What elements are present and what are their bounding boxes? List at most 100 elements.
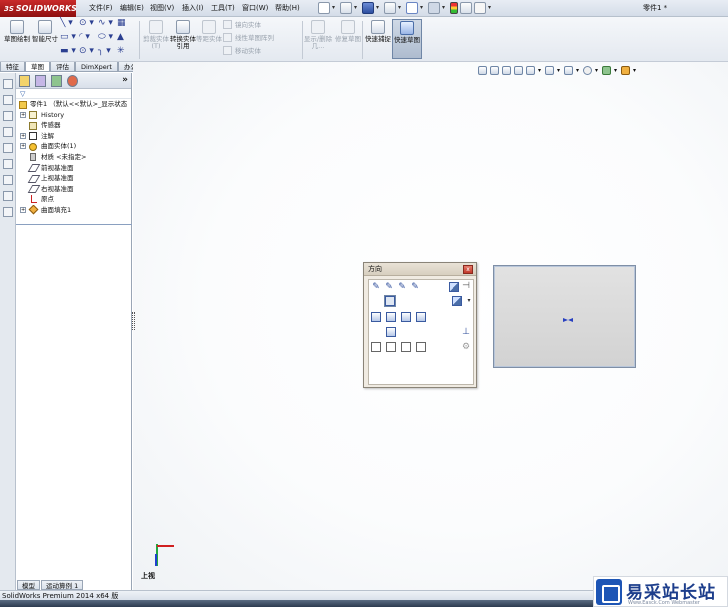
expand-icon[interactable]: + bbox=[20, 111, 26, 118]
select-dropdown-icon[interactable]: ▾ bbox=[442, 2, 448, 14]
menu-window[interactable]: 窗口(W) bbox=[242, 0, 268, 17]
move-entities-button[interactable]: 移动实体 bbox=[223, 45, 274, 58]
repair-sketch-button[interactable]: 修复草图 bbox=[333, 19, 363, 59]
save-icon[interactable] bbox=[362, 2, 374, 14]
filter-icon[interactable]: ▽ bbox=[16, 89, 131, 99]
options-dropdown-icon[interactable]: ▾ bbox=[488, 2, 494, 14]
orientation-dialog-title[interactable]: 方向 x bbox=[364, 263, 476, 276]
strip-tool-icon[interactable] bbox=[2, 111, 13, 121]
expand-chevron-icon[interactable]: » bbox=[122, 74, 128, 87]
expand-icon[interactable]: + bbox=[20, 143, 26, 150]
display-delete-relations-button[interactable]: 显示/删除几... bbox=[303, 19, 333, 59]
property-manager-tab-icon[interactable] bbox=[35, 75, 46, 87]
axis-icon[interactable]: ⊥ bbox=[461, 327, 471, 337]
menu-view[interactable]: 视图(V) bbox=[150, 0, 174, 17]
rollback-bar[interactable] bbox=[16, 224, 132, 225]
tab-dimxpert[interactable]: DimXpert bbox=[75, 62, 118, 72]
offset-entities-button[interactable]: 等距实体 bbox=[194, 19, 224, 59]
fillet-icon[interactable]: ╮ ▾ bbox=[98, 46, 117, 57]
view-cube-dropdown-icon[interactable]: ▾ bbox=[464, 296, 474, 306]
tree-item-front-plane[interactable]: 前视基准面 bbox=[16, 163, 131, 174]
open-icon[interactable] bbox=[340, 2, 352, 14]
tab-evaluate[interactable]: 评估 bbox=[50, 62, 75, 72]
display-style-icon[interactable] bbox=[545, 66, 554, 75]
file-properties-icon[interactable] bbox=[460, 2, 472, 14]
single-view-icon[interactable] bbox=[371, 342, 381, 352]
feature-tree-tab-icon[interactable] bbox=[19, 75, 30, 87]
link-views-icon[interactable]: ✎ bbox=[410, 282, 420, 292]
front-view-icon[interactable] bbox=[371, 312, 381, 322]
menu-insert[interactable]: 插入(I) bbox=[182, 0, 204, 17]
tree-item-history[interactable]: + History bbox=[16, 110, 131, 121]
apply-scene-icon[interactable] bbox=[602, 66, 611, 75]
strip-tool-icon[interactable] bbox=[2, 127, 13, 137]
view-settings-icon[interactable] bbox=[621, 66, 630, 75]
undo-dropdown-icon[interactable]: ▾ bbox=[420, 2, 426, 14]
hide-show-dropdown-icon[interactable]: ▾ bbox=[576, 66, 580, 75]
view-settings-dropdown-icon[interactable]: ▾ bbox=[633, 66, 637, 75]
expand-icon[interactable]: + bbox=[20, 132, 26, 139]
edit-appearance-icon[interactable] bbox=[583, 66, 592, 75]
quick-sketch-button[interactable]: 快速草图 bbox=[392, 19, 422, 59]
tree-item-material[interactable]: 材质 <未指定> bbox=[16, 152, 131, 163]
text-icon[interactable]: ▦ bbox=[117, 18, 136, 29]
strip-tool-icon[interactable] bbox=[2, 79, 13, 89]
update-standard-views-icon[interactable]: ✎ bbox=[384, 282, 394, 292]
strip-tool-icon[interactable] bbox=[2, 95, 13, 105]
section-view-icon[interactable] bbox=[514, 66, 523, 75]
select-icon[interactable] bbox=[428, 2, 440, 14]
configuration-manager-tab-icon[interactable] bbox=[51, 75, 62, 87]
zoom-to-fit-icon[interactable] bbox=[478, 66, 487, 75]
menu-edit[interactable]: 编辑(E) bbox=[120, 0, 144, 17]
sketch-button[interactable]: 草图绘制 bbox=[2, 19, 32, 59]
rapid-snaps-button[interactable]: 快速捕捉 bbox=[363, 19, 393, 59]
circle-icon[interactable]: ⊙ ▾ bbox=[79, 18, 98, 29]
undo-icon[interactable] bbox=[406, 2, 418, 14]
rebuild-traffic-light-icon[interactable] bbox=[450, 2, 458, 14]
slot-icon[interactable]: ▬ ▾ bbox=[60, 46, 79, 57]
trim-entities-button[interactable]: 剪裁实体(T) bbox=[141, 19, 171, 59]
normal-to-icon[interactable] bbox=[384, 295, 396, 307]
menu-tools[interactable]: 工具(T) bbox=[211, 0, 235, 17]
tab-features[interactable]: 特征 bbox=[0, 62, 25, 72]
pin-icon[interactable]: ⊣ bbox=[461, 281, 471, 291]
two-view-vertical-icon[interactable] bbox=[401, 342, 411, 352]
reset-standard-views-icon[interactable]: ✎ bbox=[397, 282, 407, 292]
print-dropdown-icon[interactable]: ▾ bbox=[398, 2, 404, 14]
triangle-icon[interactable]: ▲ bbox=[117, 32, 136, 43]
tree-item-annotations[interactable]: + 注解 bbox=[16, 131, 131, 142]
save-dropdown-icon[interactable]: ▾ bbox=[376, 2, 382, 14]
spline-icon[interactable]: ∿ ▾ bbox=[98, 18, 117, 29]
display-manager-tab-icon[interactable] bbox=[67, 75, 78, 87]
open-dropdown-icon[interactable]: ▾ bbox=[354, 2, 360, 14]
ellipse-icon[interactable]: ⬭ ▾ bbox=[98, 32, 117, 43]
tab-model[interactable]: 模型 bbox=[17, 580, 40, 590]
close-icon[interactable]: x bbox=[463, 265, 473, 274]
tree-item-top-plane[interactable]: 上视基准面 bbox=[16, 173, 131, 184]
point-icon[interactable]: ✳ bbox=[117, 46, 136, 57]
smart-dimension-button[interactable]: 智能尺寸 bbox=[30, 19, 60, 59]
tree-root[interactable]: 零件1 （默认<<默认>_显示状态 bbox=[16, 99, 131, 110]
strip-tool-icon[interactable] bbox=[2, 191, 13, 201]
scene-dropdown-icon[interactable]: ▾ bbox=[614, 66, 618, 75]
strip-tool-icon[interactable] bbox=[2, 175, 13, 185]
polygon-icon[interactable]: ⊙ ▾ bbox=[79, 46, 98, 57]
two-view-horizontal-icon[interactable] bbox=[386, 342, 396, 352]
line-icon[interactable]: ╲ ▾ bbox=[60, 18, 79, 29]
strip-tool-icon[interactable] bbox=[2, 159, 13, 169]
view-cube-icon[interactable] bbox=[452, 296, 462, 306]
tree-item-surface-bodies[interactable]: + 曲面实体(1) bbox=[16, 141, 131, 152]
tree-item-sensors[interactable]: 传感器 bbox=[16, 120, 131, 131]
arc-icon[interactable]: ◜ ▾ bbox=[79, 32, 98, 43]
previous-view-icon[interactable] bbox=[502, 66, 511, 75]
tree-item-surface-fill[interactable]: + 曲面填充1 bbox=[16, 204, 131, 216]
strip-tool-icon[interactable] bbox=[2, 207, 13, 217]
link-viewports-icon[interactable]: ⚙ bbox=[461, 342, 471, 352]
expand-icon[interactable]: + bbox=[20, 206, 26, 213]
tree-item-right-plane[interactable]: 右视基准面 bbox=[16, 184, 131, 195]
tree-item-origin[interactable]: 原点 bbox=[16, 194, 131, 205]
options-icon[interactable] bbox=[474, 2, 486, 14]
new-document-icon[interactable] bbox=[318, 2, 330, 14]
left-view-icon[interactable] bbox=[401, 312, 411, 322]
appearance-dropdown-icon[interactable]: ▾ bbox=[595, 66, 599, 75]
